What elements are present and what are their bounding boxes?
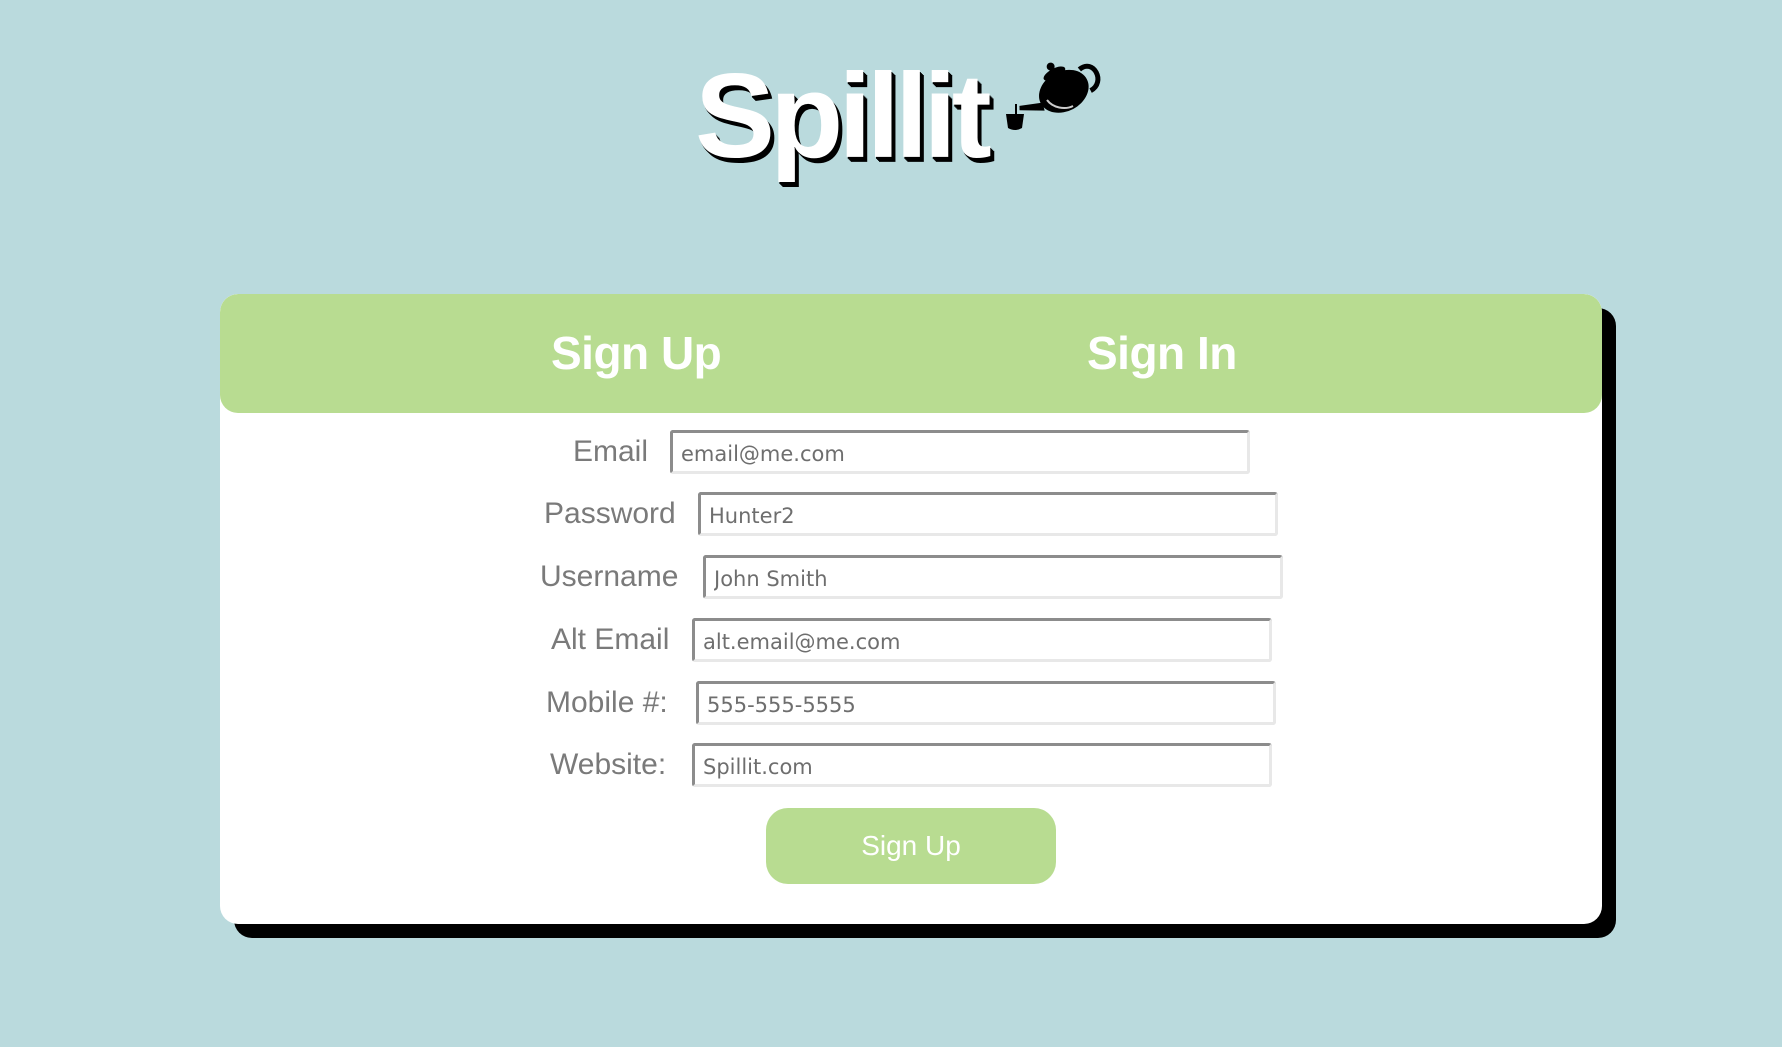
logo-text: Spillit <box>695 49 992 183</box>
teapot-icon <box>1006 62 1101 130</box>
website-label: Website: <box>550 748 667 781</box>
username-field[interactable] <box>703 555 1283 599</box>
password-label: Password <box>544 497 676 530</box>
sign-up-button[interactable]: Sign Up <box>766 808 1056 884</box>
auth-card: Sign Up Sign In Email Password Username … <box>220 294 1602 924</box>
mobile-label: Mobile #: <box>546 686 668 719</box>
email-label: Email <box>573 435 649 468</box>
username-label: Username <box>540 560 679 593</box>
app-logo: Spillit <box>0 40 1782 183</box>
alt-email-label: Alt Email <box>551 623 670 656</box>
mobile-field[interactable] <box>696 681 1276 725</box>
website-field[interactable] <box>692 743 1272 787</box>
tab-sign-in[interactable]: Sign In <box>1087 320 1237 386</box>
password-field[interactable] <box>698 492 1278 536</box>
tab-sign-up[interactable]: Sign Up <box>551 320 722 386</box>
alt-email-field[interactable] <box>692 618 1272 662</box>
email-field[interactable] <box>670 430 1250 474</box>
auth-tabs: Sign Up Sign In <box>220 294 1602 413</box>
